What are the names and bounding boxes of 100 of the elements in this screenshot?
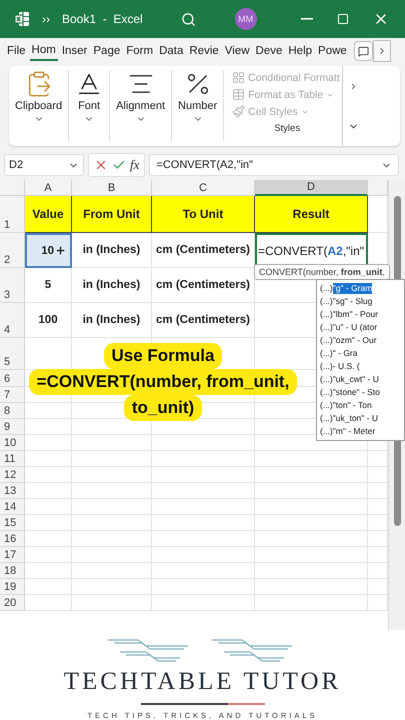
name-box[interactable]: D2 xyxy=(4,154,84,176)
ribbon-group-button[interactable]: Alignment xyxy=(110,70,172,142)
ribbon-group-button[interactable]: Font xyxy=(69,70,110,142)
row-header[interactable]: 20 xyxy=(0,595,25,611)
cell-cursor-icon xyxy=(55,245,66,256)
row-header[interactable]: 10 xyxy=(0,435,25,451)
ribbon-tab[interactable]: Revie xyxy=(187,42,221,60)
table-cell: 10 xyxy=(25,233,72,268)
autocomplete-item[interactable]: (...)"lbm" - Pour xyxy=(319,308,404,321)
autocomplete-item[interactable]: (...)" - Gra xyxy=(319,347,404,360)
comments-button[interactable] xyxy=(354,41,373,61)
empty-cell[interactable] xyxy=(255,579,368,595)
autocomplete-item[interactable]: (...)"m" - Meter xyxy=(319,425,404,438)
ribbon-tab[interactable]: Powe xyxy=(316,42,349,60)
autocomplete-item[interactable]: (...)"uk_ton" - U xyxy=(319,412,404,425)
row-header[interactable]: 4 xyxy=(0,303,25,338)
row-header[interactable]: 11 xyxy=(0,451,25,467)
ribbon-tab[interactable]: Deve xyxy=(254,42,284,60)
row-header[interactable]: 2 xyxy=(0,233,25,268)
row-header[interactable]: 15 xyxy=(0,515,25,531)
empty-cell[interactable] xyxy=(152,483,255,499)
empty-cell[interactable] xyxy=(152,563,255,579)
overflow-menu[interactable]: ›› xyxy=(42,12,50,26)
ribbon-tab[interactable]: View xyxy=(222,42,252,60)
empty-cell[interactable] xyxy=(152,579,255,595)
autocomplete-item[interactable]: (...)"ozm" - Our xyxy=(319,334,404,347)
empty-cell[interactable] xyxy=(255,451,368,467)
ribbon-tab[interactable]: Help xyxy=(286,42,314,60)
empty-cell[interactable] xyxy=(72,595,152,611)
empty-cell[interactable] xyxy=(72,531,152,547)
column-header[interactable]: A xyxy=(25,180,72,196)
ribbon-tab[interactable]: File xyxy=(5,42,28,60)
row-header[interactable]: 5 xyxy=(0,338,25,370)
ribbon-tab[interactable]: Inser xyxy=(60,42,90,60)
empty-cell[interactable] xyxy=(152,435,255,451)
empty-cell[interactable] xyxy=(255,595,368,611)
empty-cell[interactable] xyxy=(255,515,368,531)
autocomplete-item[interactable]: (...)"g" - Gram xyxy=(319,282,404,295)
column-header[interactable]: B xyxy=(72,180,152,196)
search-icon[interactable] xyxy=(181,12,196,26)
row-header[interactable]: 19 xyxy=(0,579,25,595)
empty-cell[interactable] xyxy=(255,547,368,563)
formula-callout-tooltip: to_unit) xyxy=(124,395,202,421)
autocomplete-item[interactable]: (...)"ton" - Ton xyxy=(319,399,404,412)
minimize-icon xyxy=(301,18,314,20)
row-header[interactable]: 16 xyxy=(0,531,25,547)
empty-cell[interactable] xyxy=(255,467,368,483)
ribbon-tab[interactable]: Hom xyxy=(30,41,58,61)
row-header[interactable]: 13 xyxy=(0,483,25,499)
table-cell: Value xyxy=(25,196,72,233)
empty-cell[interactable] xyxy=(72,515,152,531)
column-header[interactable]: C xyxy=(152,180,255,196)
autocomplete-item[interactable]: (...)"u" - U (ator xyxy=(319,321,404,334)
autocomplete-item[interactable]: (...)"sg" - Slug xyxy=(319,295,404,308)
ribbon-tab[interactable]: Page xyxy=(91,42,122,60)
empty-cell[interactable] xyxy=(72,579,152,595)
autocomplete-menu[interactable] xyxy=(316,279,405,441)
empty-cell[interactable] xyxy=(72,499,152,515)
row-header[interactable]: 1 xyxy=(0,196,25,233)
column-header[interactable] xyxy=(368,180,388,196)
row-header[interactable]: 9 xyxy=(0,419,25,435)
window-title: Book1 - Excel xyxy=(62,12,143,26)
table-cell: in (Inches) xyxy=(72,303,152,338)
empty-cell[interactable] xyxy=(152,467,255,483)
empty-cell[interactable] xyxy=(72,435,152,451)
empty-cell[interactable] xyxy=(72,483,152,499)
row-header[interactable]: 7 xyxy=(0,387,25,403)
empty-cell[interactable] xyxy=(152,547,255,563)
ribbon-tab[interactable]: Form xyxy=(124,42,156,60)
select-all-button[interactable] xyxy=(0,180,25,196)
ribbon-group-button[interactable]: Number xyxy=(172,70,224,142)
cancel-icon[interactable] xyxy=(94,158,108,172)
insert-function-button[interactable]: fx xyxy=(130,157,140,173)
empty-cell[interactable] xyxy=(72,467,152,483)
row-header[interactable]: 8 xyxy=(0,403,25,419)
row-header[interactable]: 3 xyxy=(0,268,25,303)
empty-cell[interactable] xyxy=(152,499,255,515)
autocomplete-item[interactable]: (...)- U.S. ( xyxy=(319,360,404,373)
empty-cell[interactable] xyxy=(72,547,152,563)
empty-cell[interactable] xyxy=(152,595,255,611)
row-header[interactable]: 14 xyxy=(0,499,25,515)
empty-cell[interactable] xyxy=(255,499,368,515)
column-header[interactable]: D xyxy=(255,180,368,196)
empty-cell[interactable] xyxy=(255,483,368,499)
empty-cell[interactable] xyxy=(255,531,368,547)
autocomplete-item[interactable]: (...)"stone" - Sto xyxy=(319,386,404,399)
row-header[interactable]: 6 xyxy=(0,370,25,387)
row-header[interactable]: 18 xyxy=(0,563,25,579)
row-header[interactable]: 17 xyxy=(0,547,25,563)
empty-cell[interactable] xyxy=(152,451,255,467)
empty-cell[interactable] xyxy=(255,563,368,579)
empty-cell[interactable] xyxy=(72,563,152,579)
row-header[interactable]: 12 xyxy=(0,467,25,483)
ribbon-group-button[interactable]: Clipboard xyxy=(9,70,70,142)
empty-cell[interactable] xyxy=(152,515,255,531)
empty-cell[interactable] xyxy=(72,451,152,467)
autocomplete-item[interactable]: (...)"uk_cwt" - U xyxy=(319,373,404,386)
empty-cell[interactable] xyxy=(152,531,255,547)
formula-field[interactable]: =CONVERT(A2,"in" xyxy=(149,154,399,176)
ribbon-tab[interactable]: Data xyxy=(157,42,186,60)
